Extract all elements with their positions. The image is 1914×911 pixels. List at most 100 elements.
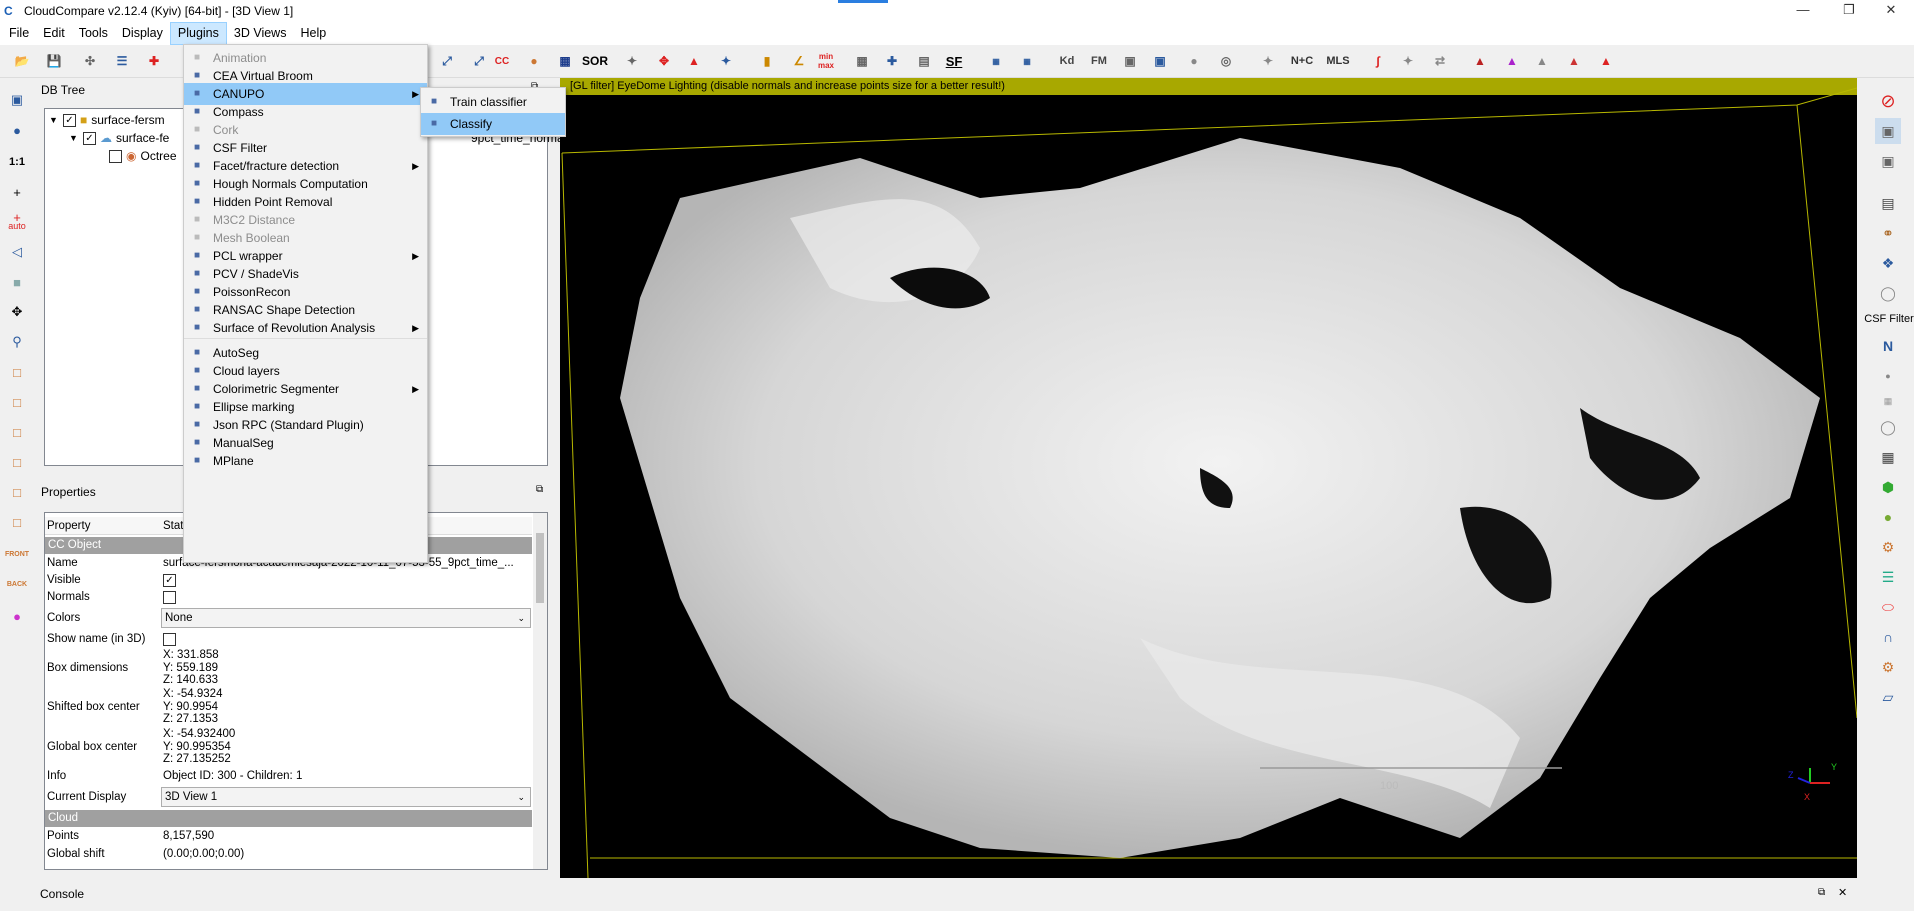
kd-icon[interactable]: Kd — [1055, 49, 1079, 73]
tree-checkbox[interactable]: ✓ — [83, 131, 96, 145]
histogram-icon[interactable]: ▮ — [755, 49, 779, 73]
sf-arithmetic-icon[interactable]: ▦ — [850, 49, 874, 73]
edl-icon[interactable]: ▣ — [1875, 118, 1901, 144]
compass-icon[interactable]: ❖ — [1875, 250, 1901, 276]
menu-edit[interactable]: Edit — [36, 22, 72, 45]
view-front-icon[interactable]: □ — [5, 390, 29, 414]
point-cloud-render[interactable]: 100 Y X Z — [560, 78, 1857, 878]
cluster-purple-icon[interactable]: ▲ — [1500, 49, 1524, 73]
menu-file[interactable]: File — [2, 22, 36, 45]
segment-icon[interactable]: ⤢ — [435, 49, 459, 73]
view-back-icon[interactable]: □ — [5, 450, 29, 474]
crosshair-icon[interactable]: + — [5, 180, 29, 204]
show-name-checkbox[interactable] — [163, 633, 176, 646]
clapperboard-icon[interactable]: ▤ — [1875, 190, 1901, 216]
autoseg-icon[interactable]: ⚙ — [1875, 534, 1901, 560]
restore-button[interactable]: ❐ — [1826, 0, 1872, 22]
view-top-icon[interactable]: □ — [5, 360, 29, 384]
current-display-select[interactable]: 3D View 1 ⌄ — [161, 787, 531, 807]
sf-icon[interactable]: SF — [942, 49, 966, 73]
view-left-icon[interactable]: □ — [5, 420, 29, 444]
gradient-icon[interactable]: ∠ — [787, 49, 811, 73]
noise-filter-icon[interactable]: ✦ — [620, 49, 644, 73]
checkerboard-icon[interactable]: ▦ — [553, 49, 577, 73]
curve-icon[interactable]: ∫ — [1366, 49, 1390, 73]
ellipse-icon[interactable]: ⬭ — [1875, 594, 1901, 620]
header-property[interactable]: Property — [45, 517, 163, 534]
poisson-icon[interactable]: ⬢ — [1875, 474, 1901, 500]
mesh-boolean-icon[interactable]: ◯ — [1875, 414, 1901, 440]
ransac-icon[interactable]: ● — [1875, 504, 1901, 530]
expand-arrow-icon[interactable]: ▼ — [49, 115, 63, 125]
menu-item-train-classifier[interactable]: ■ Train classifier — [421, 91, 565, 113]
tree-checkbox[interactable] — [109, 149, 122, 163]
cluster-red-icon[interactable]: ▲ — [1468, 49, 1492, 73]
properties-scrollbar[interactable] — [533, 513, 547, 869]
menu-help[interactable]: Help — [293, 22, 333, 45]
camera-icon[interactable]: ● — [5, 118, 29, 142]
register-icon[interactable]: ⇄ — [1428, 49, 1452, 73]
hpr-icon[interactable]: ● — [1875, 363, 1901, 389]
hough-normals-icon[interactable]: N — [1875, 333, 1901, 359]
menu-tools[interactable]: Tools — [72, 22, 115, 45]
cluster-red2-icon[interactable]: ▲ — [1594, 49, 1618, 73]
canupo-create-icon[interactable]: ▦ — [984, 49, 1008, 73]
sor-icon[interactable]: SOR — [582, 49, 608, 73]
add-sf-icon[interactable]: ✚ — [880, 49, 904, 73]
canupo-classify-icon[interactable]: ▦ — [1015, 49, 1039, 73]
manualseg-icon[interactable]: ⚙ — [1875, 654, 1901, 680]
visible-checkbox[interactable]: ✓ — [163, 574, 176, 587]
fm-icon[interactable]: FM — [1087, 49, 1111, 73]
menu-item-mplane[interactable]: ■ MPlane — [184, 450, 427, 472]
view-bottom-icon[interactable]: □ — [5, 510, 29, 534]
ssao-icon[interactable]: ▣ — [1875, 148, 1901, 174]
pcv-icon[interactable]: ▦ — [1875, 444, 1901, 470]
broom-icon[interactable]: ⚭ — [1875, 220, 1901, 246]
view-right-icon[interactable]: □ — [5, 480, 29, 504]
tree-row[interactable]: ◉ Octree — [109, 147, 177, 165]
mplane-icon[interactable]: ▱ — [1875, 684, 1901, 710]
menu-item-surface-of-revolution-analysis[interactable]: ■ Surface of Revolution Analysis ▶ — [184, 317, 427, 339]
perspective-icon[interactable]: ◁ — [5, 240, 29, 264]
front-iso-icon[interactable]: FRONT — [5, 542, 29, 566]
minimize-button[interactable]: — — [1780, 0, 1826, 22]
screen-view-icon[interactable]: ▣ — [5, 88, 29, 112]
colors-select[interactable]: None ⌄ — [161, 608, 531, 628]
apply-transform-icon[interactable]: ✦ — [714, 49, 738, 73]
crop-icon[interactable]: ▲ — [682, 49, 706, 73]
console-close-icon[interactable]: ✕ — [1838, 886, 1847, 899]
tree-row[interactable]: ▼ ✓ ■ surface-fersm — [49, 111, 165, 129]
translate-icon[interactable]: ✥ — [652, 49, 676, 73]
pick-rotation-center-icon[interactable]: ✣ — [78, 49, 102, 73]
console-undock-icon[interactable]: ⧉ — [1818, 887, 1825, 898]
menu-display[interactable]: Display — [115, 22, 170, 45]
open-icon[interactable]: 📂 — [10, 49, 34, 73]
auto-pivot-icon[interactable]: + auto — [5, 210, 29, 234]
puzzle-icon[interactable]: ✦ — [1256, 49, 1280, 73]
properties-table[interactable]: Property State CC Object Name surface-fe… — [44, 512, 548, 870]
flickr-icon[interactable]: ● — [5, 604, 29, 628]
calculator-icon[interactable]: ▤ — [912, 49, 936, 73]
menu-3d-views[interactable]: 3D Views — [227, 22, 294, 45]
close-button[interactable]: ✕ — [1868, 0, 1914, 22]
menu-plugins[interactable]: Plugins — [169, 22, 227, 45]
globe-icon[interactable]: ◎ — [1214, 49, 1238, 73]
cube-icon[interactable]: ■ — [5, 270, 29, 294]
menu-item-classify[interactable]: ■ Classify — [421, 113, 565, 135]
stop-icon[interactable]: ⊘ — [1875, 88, 1901, 114]
subsample-icon[interactable]: ● — [522, 49, 546, 73]
cc-icon[interactable]: CC — [490, 49, 514, 73]
printer-icon[interactable]: ▣ — [1118, 49, 1142, 73]
save-icon[interactable]: 💾 — [42, 49, 66, 73]
normals-checkbox[interactable] — [163, 591, 176, 604]
add-point-icon[interactable]: ✚ — [142, 49, 166, 73]
shield-icon[interactable]: ◯ — [1875, 280, 1901, 306]
min-max-icon[interactable]: min max — [814, 49, 838, 73]
expand-arrow-icon[interactable]: ▼ — [69, 133, 83, 143]
cluster-mix-icon[interactable]: ▲ — [1562, 49, 1586, 73]
scale-icon[interactable]: ⤢ — [467, 49, 491, 73]
json-rpc-icon[interactable]: ∩ — [1875, 624, 1901, 650]
tree-checkbox[interactable]: ✓ — [63, 113, 76, 127]
cluster-grey-icon[interactable]: ▲ — [1530, 49, 1554, 73]
undock-icon[interactable]: ⧉ — [536, 484, 543, 495]
